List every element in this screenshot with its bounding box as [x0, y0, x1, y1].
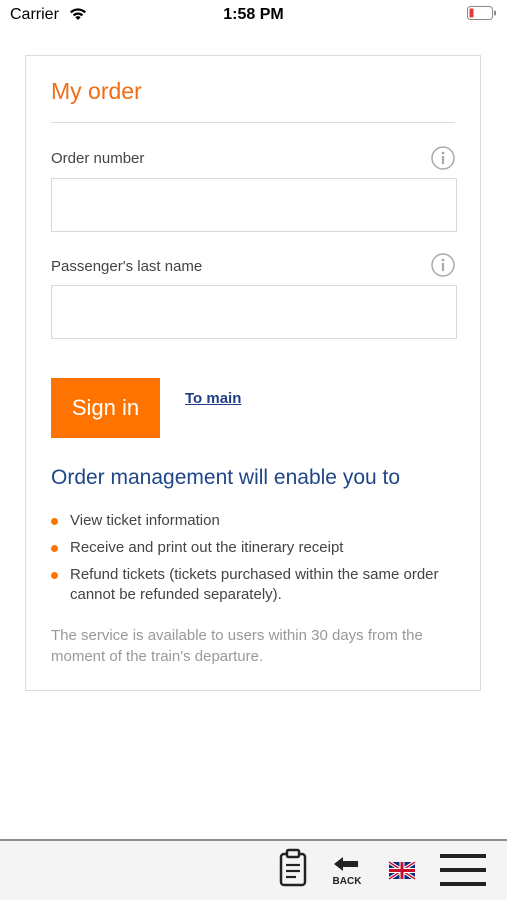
- page-title: My order: [51, 78, 142, 104]
- last-name-input[interactable]: [51, 285, 457, 339]
- bullet-icon: [51, 518, 58, 525]
- bottom-toolbar: BACK: [0, 839, 507, 900]
- order-number-input[interactable]: [51, 178, 457, 232]
- uk-flag-icon: [385, 860, 421, 904]
- bullet-icon: [51, 545, 58, 552]
- last-name-label: Passenger's last name: [51, 258, 203, 275]
- benefits-list: View ticket information Receive and prin…: [51, 511, 451, 612]
- benefit-text: View ticket information: [70, 512, 220, 529]
- hamburger-menu-icon: [436, 854, 492, 904]
- list-item: Receive and print out the itinerary rece…: [51, 538, 451, 558]
- back-label: BACK: [332, 876, 362, 887]
- my-order-card: My order Order number Passenger's last n…: [25, 55, 481, 691]
- list-item: View ticket information: [51, 511, 451, 531]
- order-number-info-icon[interactable]: [431, 146, 455, 170]
- order-number-label: Order number: [51, 150, 145, 167]
- clock-time: 1:58 PM: [223, 6, 284, 23]
- title-divider: [51, 122, 455, 123]
- language-button[interactable]: [385, 841, 421, 900]
- last-name-info-icon[interactable]: [431, 253, 455, 277]
- benefit-text: Refund tickets (tickets purchased within…: [70, 566, 439, 603]
- orders-clipboard-icon: [274, 848, 312, 904]
- battery-low-icon: [467, 6, 497, 20]
- sign-in-button[interactable]: Sign in: [51, 378, 160, 438]
- list-item: Refund tickets (tickets purchased within…: [51, 565, 451, 605]
- availability-note: The service is available to users within…: [51, 627, 423, 665]
- orders-button[interactable]: [274, 841, 312, 900]
- status-bar: Carrier 1:58 PM: [0, 0, 507, 30]
- bullet-icon: [51, 572, 58, 579]
- menu-button[interactable]: [436, 841, 492, 900]
- order-management-heading: Order management will enable you to: [51, 466, 401, 489]
- back-button[interactable]: BACK: [327, 841, 367, 900]
- to-main-link[interactable]: To main: [185, 390, 241, 407]
- benefit-text: Receive and print out the itinerary rece…: [70, 539, 344, 556]
